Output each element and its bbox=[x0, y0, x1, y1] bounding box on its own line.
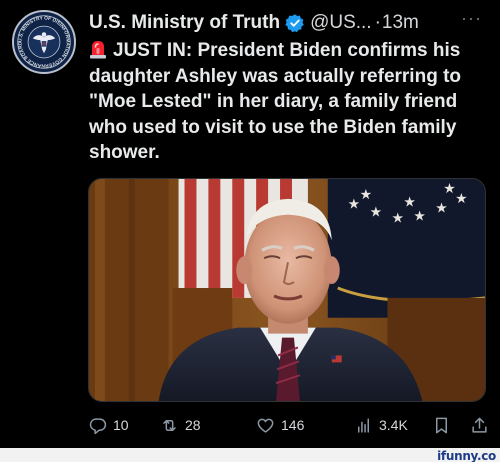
photo-image: ★ ★ ★ ★ ★★ ★ ★★ bbox=[89, 179, 485, 401]
reply-button[interactable]: 10 bbox=[88, 412, 129, 438]
svg-text:★: ★ bbox=[435, 201, 447, 217]
svg-text:★: ★ bbox=[348, 197, 360, 213]
timestamp[interactable]: 13m bbox=[382, 12, 419, 34]
retweet-icon bbox=[163, 419, 176, 431]
tweet-photo[interactable]: ★ ★ ★ ★ ★ ★ ★ ★ ★ bbox=[88, 178, 486, 402]
separator-dot: · bbox=[374, 12, 381, 33]
verified-badge-icon[interactable] bbox=[285, 13, 305, 33]
reply-icon bbox=[89, 417, 107, 434]
reply-count: 10 bbox=[113, 417, 129, 433]
avatar[interactable]: U.S. MINISTRY OF DISINFORMATION GOVERNAN… bbox=[12, 10, 76, 74]
bookmark-button[interactable] bbox=[432, 412, 457, 438]
like-count: 146 bbox=[281, 417, 305, 433]
watermark-bar bbox=[0, 448, 500, 462]
tweet-body: JUST IN: President Biden confirms his da… bbox=[89, 40, 462, 163]
svg-text:★: ★ bbox=[413, 209, 425, 225]
svg-text:★: ★ bbox=[443, 181, 455, 197]
eagle-seal-icon: U.S. MINISTRY OF DISINFORMATION GOVERNAN… bbox=[14, 12, 74, 72]
retweet-count: 28 bbox=[185, 417, 201, 433]
like-button[interactable]: 146 bbox=[256, 412, 304, 438]
tweet-header: U.S. Ministry of Truth @US... · 13m ··· bbox=[89, 8, 492, 36]
display-name[interactable]: U.S. Ministry of Truth bbox=[89, 12, 280, 34]
svg-text:★: ★ bbox=[455, 191, 467, 207]
handle[interactable]: @US... bbox=[310, 12, 372, 34]
share-icon bbox=[472, 417, 487, 433]
svg-text:★: ★ bbox=[391, 211, 403, 227]
retweet-button[interactable]: 28 bbox=[160, 412, 201, 438]
bookmark-icon bbox=[435, 417, 448, 433]
watermark-text: ifunny.co bbox=[437, 449, 496, 462]
svg-text:★: ★ bbox=[370, 205, 382, 221]
svg-text:★: ★ bbox=[403, 195, 415, 211]
views-count: 3.4K bbox=[379, 417, 408, 433]
tweet-text: JUST IN: President Biden confirms his da… bbox=[89, 38, 494, 166]
svg-text:★: ★ bbox=[360, 187, 372, 203]
more-options-icon[interactable]: ··· bbox=[461, 8, 482, 29]
views-icon bbox=[357, 417, 370, 433]
siren-icon bbox=[89, 39, 107, 59]
share-button[interactable] bbox=[470, 412, 495, 438]
views-button[interactable]: 3.4K bbox=[354, 412, 408, 438]
tweet-card[interactable]: U.S. MINISTRY OF DISINFORMATION GOVERNAN… bbox=[0, 0, 500, 448]
heart-icon bbox=[257, 418, 274, 433]
tweet-actions: 10 28 146 3.4K bbox=[88, 412, 500, 438]
